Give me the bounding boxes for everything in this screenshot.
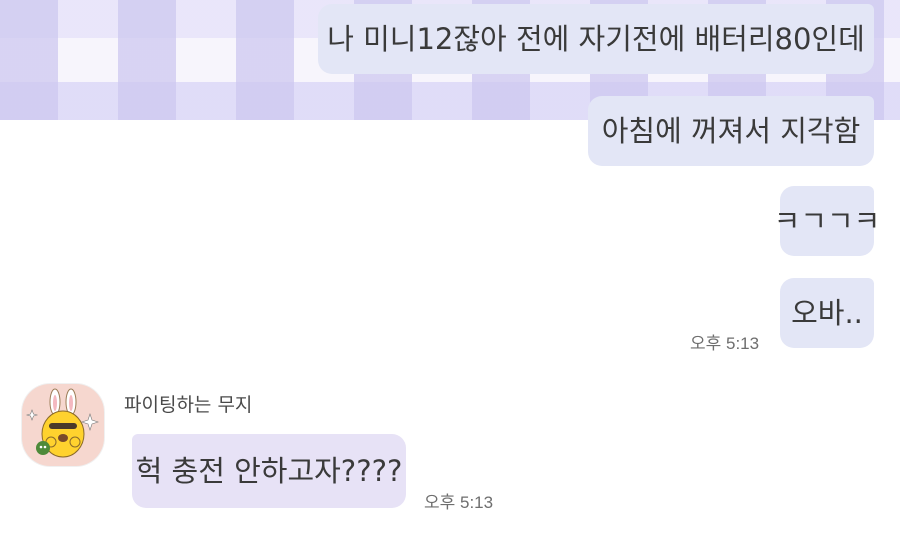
sender-name: 파이팅하는 무지 (124, 394, 253, 416)
muzi-character-icon (25, 388, 99, 458)
sent-message-bubble[interactable]: 나 미니12잖아 전에 자기전에 배터리80인데 (318, 4, 874, 74)
sent-message-timestamp: 오후 5:13 (690, 334, 760, 353)
sent-message-bubble[interactable]: 아침에 꺼져서 지각함 (588, 96, 874, 166)
sent-message-bubble[interactable]: 오바.. (780, 278, 874, 348)
received-message-timestamp: 오후 5:13 (424, 493, 494, 512)
received-message-bubble[interactable]: 헉 충전 안하고자???? (132, 434, 406, 508)
sent-message-bubble[interactable]: ㅋㄱㄱㅋ (774, 186, 880, 256)
sender-avatar[interactable] (22, 384, 104, 466)
